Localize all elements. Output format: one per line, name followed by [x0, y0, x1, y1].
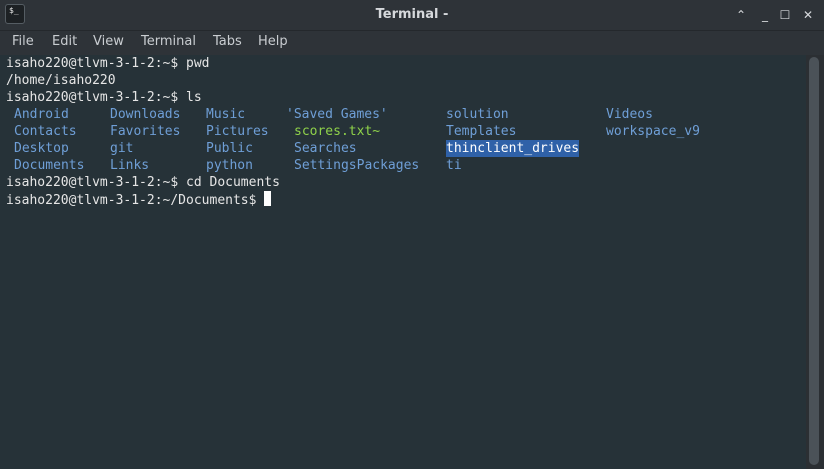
ls-entry: Templates: [446, 124, 517, 139]
ls-entry: ti: [446, 158, 462, 173]
ls-entry: Documents: [14, 158, 85, 173]
terminal-line: isaho220@tlvm-3-1-2:~$ ls: [6, 89, 202, 106]
ls-entry: 'Saved Games': [286, 107, 388, 122]
ls-entry: SettingsPackages: [294, 158, 420, 173]
prompt: isaho220@tlvm-3-1-2:~$: [6, 175, 179, 190]
title-bar[interactable]: $_ Terminal - ⌃ _ ☐ ✕: [0, 0, 824, 31]
command: ls: [178, 90, 202, 105]
terminal-window: $_ Terminal - ⌃ _ ☐ ✕ File Edit View Ter…: [0, 0, 824, 469]
terminal-line: isaho220@tlvm-3-1-2:~$ pwd: [6, 55, 210, 72]
ls-entry: scores.txt~: [294, 124, 381, 139]
menu-tabs[interactable]: Tabs: [213, 34, 242, 49]
ls-entry: workspace_v9: [606, 124, 700, 139]
ls-entry: solution: [446, 107, 509, 122]
command-output: /home/isaho220: [6, 73, 116, 88]
ls-entry: Videos: [606, 107, 653, 122]
command: cd Documents: [178, 175, 280, 190]
ls-entry-selected: thinclient_drives: [446, 140, 580, 157]
close-icon[interactable]: ✕: [800, 7, 816, 23]
restore-icon[interactable]: _: [757, 7, 773, 23]
terminal-line: isaho220@tlvm-3-1-2:~$ cd Documents: [6, 174, 280, 191]
ls-entry: Favorites: [110, 124, 181, 139]
window-title: Terminal -: [375, 7, 449, 22]
ls-entry: Downloads: [110, 107, 181, 122]
scrollbar-thumb[interactable]: [809, 57, 819, 465]
text-cursor: [264, 191, 272, 206]
menu-bar: File Edit View Terminal Tabs Help: [0, 31, 824, 55]
ls-entry: Public: [206, 141, 253, 156]
terminal-line: isaho220@tlvm-3-1-2:~/Documents$: [6, 191, 272, 208]
ls-entry: Music: [206, 107, 246, 122]
maximize-icon[interactable]: ☐: [777, 7, 793, 23]
terminal-output[interactable]: isaho220@tlvm-3-1-2:~$ pwd /home/isaho22…: [0, 55, 806, 469]
minimize-icon[interactable]: ⌃: [733, 7, 749, 23]
menu-help[interactable]: Help: [258, 34, 288, 49]
ls-entry: python: [206, 158, 253, 173]
ls-entry: Searches: [294, 141, 357, 156]
ls-entry: Android: [14, 107, 69, 122]
menu-terminal[interactable]: Terminal: [141, 34, 196, 49]
ls-entry: git: [110, 141, 134, 156]
prompt: isaho220@tlvm-3-1-2:~$: [6, 56, 179, 71]
menu-edit[interactable]: Edit: [52, 34, 77, 49]
prompt: isaho220@tlvm-3-1-2:~/Documents$: [6, 193, 257, 208]
menu-file[interactable]: File: [12, 34, 34, 49]
command: pwd: [178, 56, 210, 71]
ls-entry: Pictures: [206, 124, 269, 139]
ls-entry: Contacts: [14, 124, 77, 139]
scrollbar[interactable]: [806, 55, 824, 469]
ls-entry: Desktop: [14, 141, 69, 156]
prompt: isaho220@tlvm-3-1-2:~$: [6, 90, 179, 105]
ls-entry: Links: [110, 158, 150, 173]
menu-view[interactable]: View: [93, 34, 124, 49]
